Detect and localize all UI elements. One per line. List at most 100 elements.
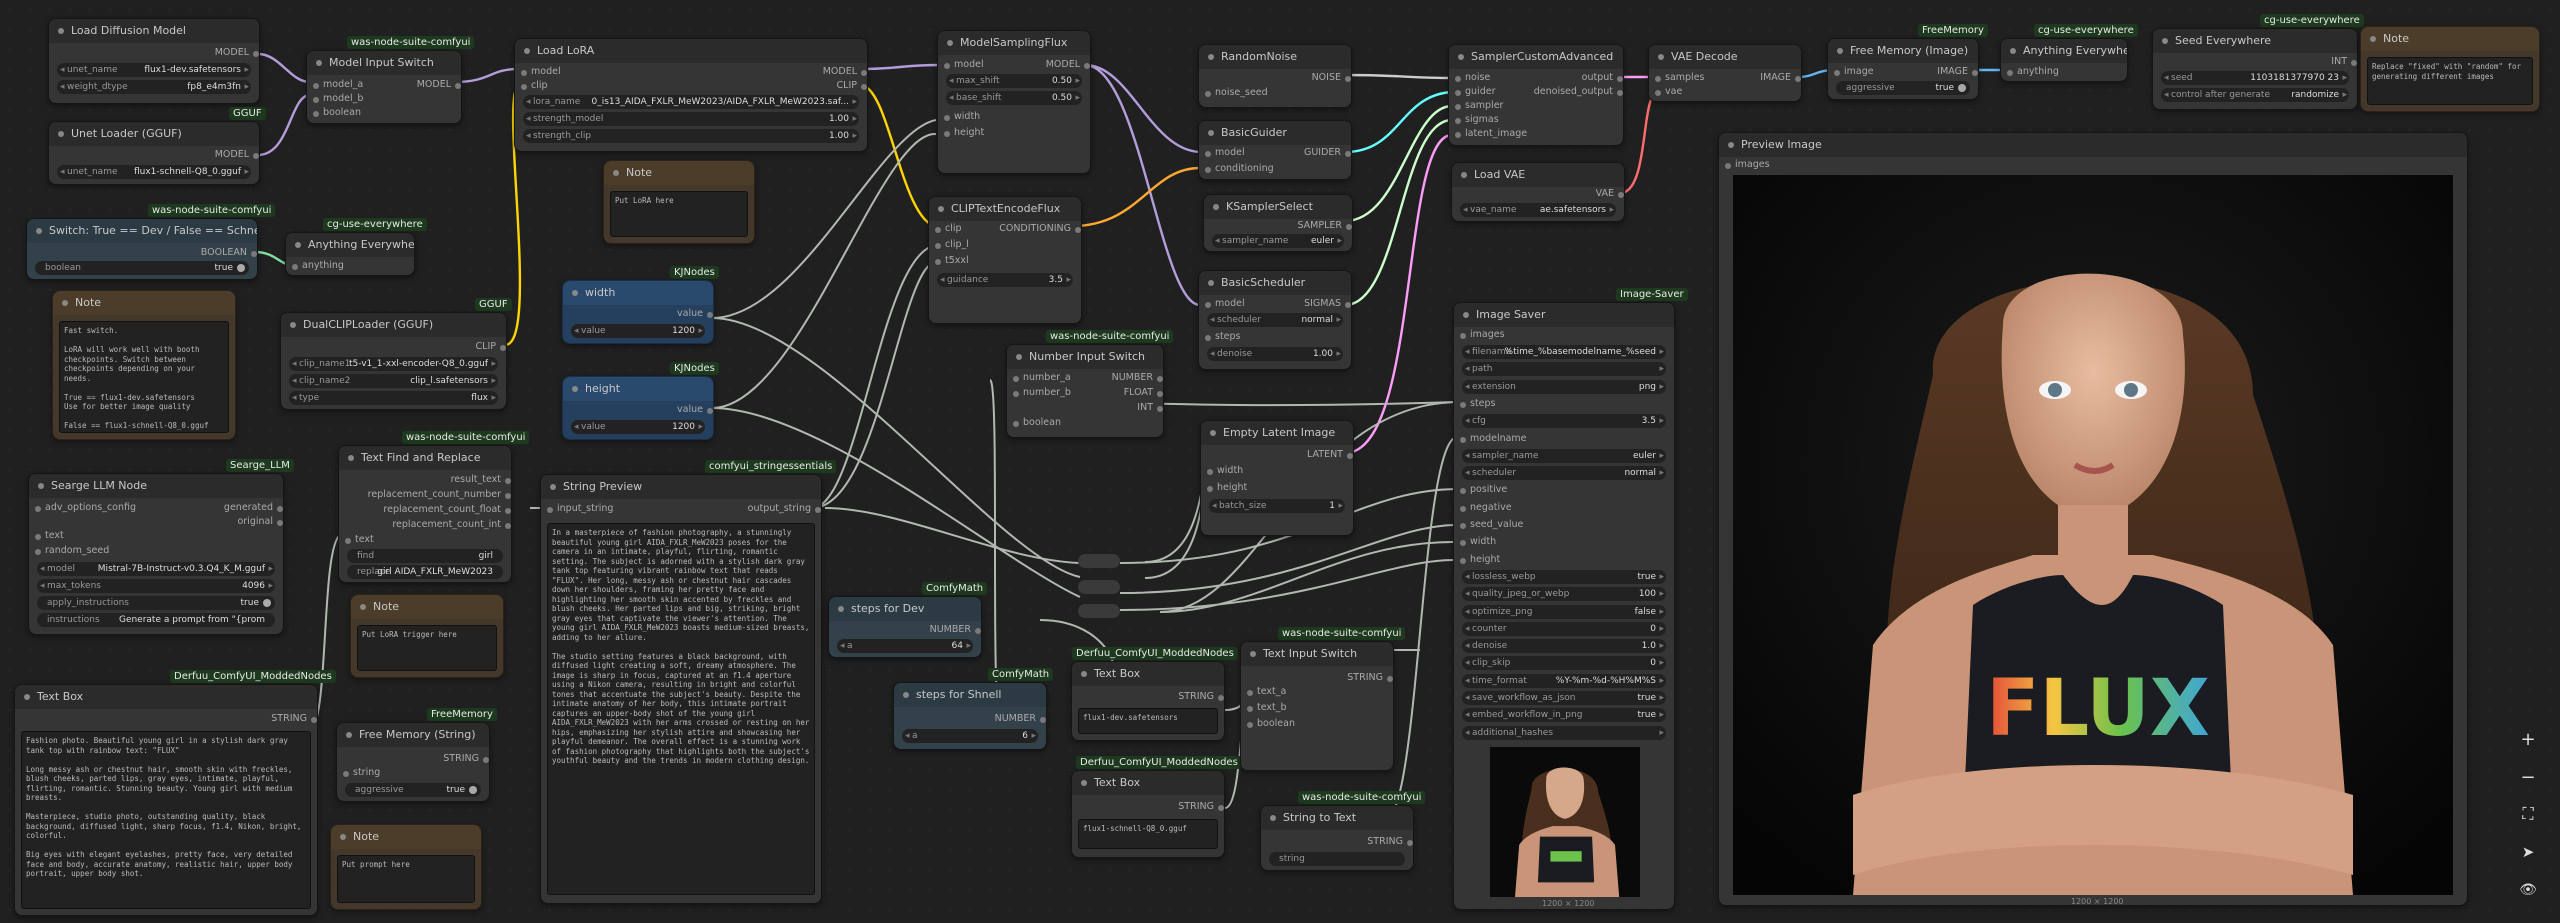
- node-title[interactable]: Text Input Switch: [1241, 642, 1393, 666]
- node-steps-dev[interactable]: steps for Dev NUMBER a 64: [828, 596, 982, 658]
- output-clip[interactable]: CLIP: [837, 80, 868, 91]
- output-float[interactable]: FLOAT: [1124, 387, 1164, 398]
- saver-widget-negative[interactable]: negative: [1460, 502, 1512, 513]
- output-sampler[interactable]: SAMPLER: [1297, 220, 1352, 231]
- boolean-toggle[interactable]: boolean true: [35, 261, 249, 275]
- saver-widget-seed-value[interactable]: seed_value: [1460, 519, 1523, 530]
- input-clip[interactable]: clip: [521, 80, 548, 91]
- fit-view-icon[interactable]: ⛶: [2514, 800, 2542, 828]
- node-title[interactable]: Note: [2361, 27, 2539, 51]
- input-sigmas[interactable]: sigmas: [1455, 114, 1499, 125]
- unet-name-widget[interactable]: unet_name flux1-schnell-Q8_0.gguf: [57, 165, 251, 179]
- saver-widget-denoise[interactable]: denoise 1.0: [1462, 639, 1666, 654]
- strength-model-widget[interactable]: strength_model 1.00: [523, 112, 859, 126]
- input-number-a[interactable]: number_a: [1013, 372, 1071, 383]
- output-generated[interactable]: generated: [224, 502, 284, 513]
- node-title[interactable]: RandomNoise: [1199, 45, 1351, 69]
- node-anything-everywhere-2[interactable]: Anything Everywhere anything: [2000, 38, 2128, 82]
- saver-widget-cfg[interactable]: cfg 3.5: [1462, 414, 1666, 429]
- output-denoised[interactable]: denoised_output: [1534, 86, 1624, 97]
- output-output[interactable]: output: [1582, 72, 1624, 83]
- saver-widget-additional-hashes[interactable]: additional_hashes: [1462, 725, 1666, 740]
- apply-instructions-toggle[interactable]: apply_instructions true: [37, 596, 275, 610]
- node-title[interactable]: Unet Loader (GGUF): [49, 122, 259, 146]
- denoise-widget[interactable]: denoise 1.00: [1207, 347, 1343, 361]
- node-text-box-dev[interactable]: Text Box STRING flux1-dev.safetensors: [1071, 661, 1225, 741]
- note-text[interactable]: Put LoRA trigger here: [357, 625, 497, 671]
- node-note-seed[interactable]: Note Replace "fixed" with "random" for g…: [2360, 26, 2540, 112]
- node-seed-everywhere[interactable]: Seed Everywhere INT seed 1103181377970 23…: [2152, 28, 2358, 110]
- output-count-number[interactable]: replacement_count_number: [368, 489, 512, 500]
- output-number[interactable]: NUMBER: [995, 713, 1047, 724]
- saver-widget-extension[interactable]: extension png: [1462, 379, 1666, 394]
- node-title[interactable]: width: [563, 281, 713, 305]
- node-unet-loader-gguf[interactable]: Unet Loader (GGUF) MODEL unet_name flux1-…: [48, 121, 260, 185]
- output-sigmas[interactable]: SIGMAS: [1304, 298, 1351, 309]
- input-height[interactable]: height: [1207, 482, 1247, 493]
- input-width[interactable]: width: [1207, 465, 1243, 476]
- reroute-node[interactable]: [1078, 604, 1120, 618]
- node-text-box-schnell[interactable]: Text Box STRING flux1-schnell-Q8_0.gguf: [1071, 770, 1225, 858]
- input-model-b[interactable]: model_b: [313, 93, 363, 104]
- input-guider[interactable]: guider: [1455, 86, 1495, 97]
- node-basic-guider[interactable]: BasicGuider model conditioning GUIDER: [1198, 120, 1352, 180]
- output-string[interactable]: STRING: [1178, 691, 1224, 702]
- output-count-float[interactable]: replacement_count_float: [383, 504, 511, 515]
- input-model[interactable]: model: [1205, 147, 1245, 158]
- node-title[interactable]: SamplerCustomAdvanced: [1449, 45, 1623, 69]
- node-empty-latent-image[interactable]: Empty Latent Image LATENT width height b…: [1200, 420, 1354, 536]
- output-int[interactable]: INT: [2331, 56, 2357, 67]
- scheduler-widget[interactable]: scheduler normal: [1207, 313, 1343, 327]
- node-title[interactable]: Note: [331, 825, 481, 849]
- aggressive-toggle[interactable]: aggressive true: [345, 783, 481, 797]
- note-text[interactable]: Fast switch. LoRA will work well with bo…: [59, 321, 229, 433]
- output-conditioning[interactable]: CONDITIONING: [999, 223, 1081, 234]
- saver-widget-width[interactable]: width: [1460, 536, 1496, 547]
- input-model[interactable]: model: [1205, 298, 1245, 309]
- input-model[interactable]: model: [521, 66, 561, 77]
- node-dualcliploader-gguf[interactable]: DualCLIPLoader (GGUF) CLIP clip_name1t5-…: [280, 312, 507, 410]
- input-model[interactable]: model: [944, 59, 984, 70]
- input-anything[interactable]: anything: [2007, 66, 2059, 77]
- node-string-preview[interactable]: String Preview input_string output_strin…: [540, 474, 822, 904]
- node-title[interactable]: CLIPTextEncodeFlux: [929, 197, 1081, 221]
- output-string[interactable]: output_string: [748, 503, 822, 514]
- instructions-widget[interactable]: instructions Generate a prompt from "{pro…: [37, 613, 275, 627]
- input-clip[interactable]: clip: [935, 223, 962, 234]
- node-note-lora[interactable]: Note Put LoRA here: [603, 160, 755, 244]
- textbox-textarea[interactable]: flux1-dev.safetensors: [1078, 708, 1218, 734]
- aggressive-toggle[interactable]: aggressive true: [1836, 81, 1970, 95]
- output-result-text[interactable]: result_text: [451, 474, 512, 485]
- saver-widget-save-workflow-as-json[interactable]: save_workflow_as_json true: [1462, 691, 1666, 705]
- input-images[interactable]: images: [1725, 159, 1770, 170]
- node-title[interactable]: String Preview: [541, 475, 821, 499]
- clip-name1-widget[interactable]: clip_name1t5-v1_1-xxl-encoder-Q8_0.gguf: [289, 357, 498, 371]
- saver-widget-sampler-name[interactable]: sampler_name euler: [1462, 448, 1666, 463]
- node-note-switch[interactable]: Note Fast switch. LoRA will work well wi…: [52, 290, 236, 440]
- node-kj-width[interactable]: width value value 1200: [562, 280, 714, 344]
- output-image[interactable]: IMAGE: [1937, 66, 1978, 77]
- find-widget[interactable]: find girl: [347, 549, 503, 563]
- input-text[interactable]: text: [345, 534, 374, 545]
- input-adv-options[interactable]: adv_options_config: [35, 502, 136, 513]
- node-text-input-switch[interactable]: Text Input Switch STRING text_a text_b b…: [1240, 641, 1394, 771]
- replace-widget[interactable]: replace girl AIDA_FXLR_MeW2023: [347, 565, 503, 579]
- output-boolean[interactable]: BOOLEAN: [201, 247, 258, 258]
- output-string[interactable]: STRING: [443, 753, 489, 764]
- node-title[interactable]: Preview Image: [1719, 133, 2467, 157]
- node-string-to-text[interactable]: String to Text STRING string: [1260, 805, 1414, 871]
- reroute-node[interactable]: [1078, 554, 1120, 568]
- output-model[interactable]: MODEL: [1046, 59, 1091, 70]
- value-widget[interactable]: value 1200: [571, 420, 705, 434]
- input-noise[interactable]: noise: [1455, 72, 1490, 83]
- input-boolean[interactable]: boolean: [1247, 718, 1295, 729]
- input-text-b[interactable]: text_b: [1247, 702, 1287, 713]
- type-widget[interactable]: type flux: [289, 391, 498, 405]
- node-clip-text-encode-flux[interactable]: CLIPTextEncodeFlux clip clip_l t5xxl CON…: [928, 196, 1082, 324]
- clip-name2-widget[interactable]: clip_name2 clip_l.safetensors: [289, 374, 498, 388]
- batch-size-widget[interactable]: batch_size 1: [1209, 499, 1345, 513]
- max-shift-widget[interactable]: max_shift 0.50: [946, 74, 1082, 88]
- node-note-prompt[interactable]: Note Put prompt here: [330, 824, 482, 910]
- pointer-arrow-icon[interactable]: ➤: [2514, 838, 2542, 866]
- saver-widget-filename[interactable]: filename%time_%basemodelname_%seed: [1462, 345, 1666, 359]
